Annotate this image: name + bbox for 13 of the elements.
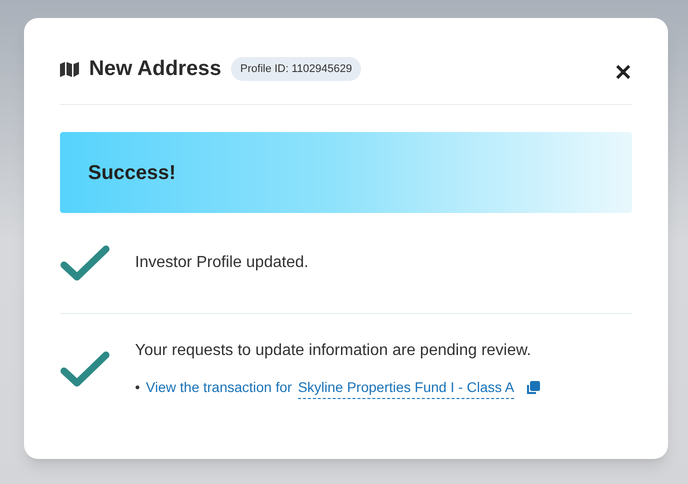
copy-icon[interactable] [526, 380, 540, 394]
checkmark-icon [60, 350, 110, 386]
status-message: Your requests to update information are pending review. [135, 340, 532, 360]
status-message: Investor Profile updated. [135, 253, 308, 273]
profile-id-badge: Profile ID: 1102945629 [231, 56, 361, 82]
fund-link[interactable]: Skyline Properties Fund I - Class A [298, 376, 514, 398]
map-icon [60, 61, 79, 77]
close-button[interactable]: ✕ [614, 62, 632, 84]
banner-text: Success! [88, 160, 176, 186]
dialog-title: New Address [89, 56, 222, 82]
bullet: • [135, 378, 140, 397]
link-prefix: View the transaction for [146, 378, 292, 397]
checkmark-icon [60, 245, 110, 281]
